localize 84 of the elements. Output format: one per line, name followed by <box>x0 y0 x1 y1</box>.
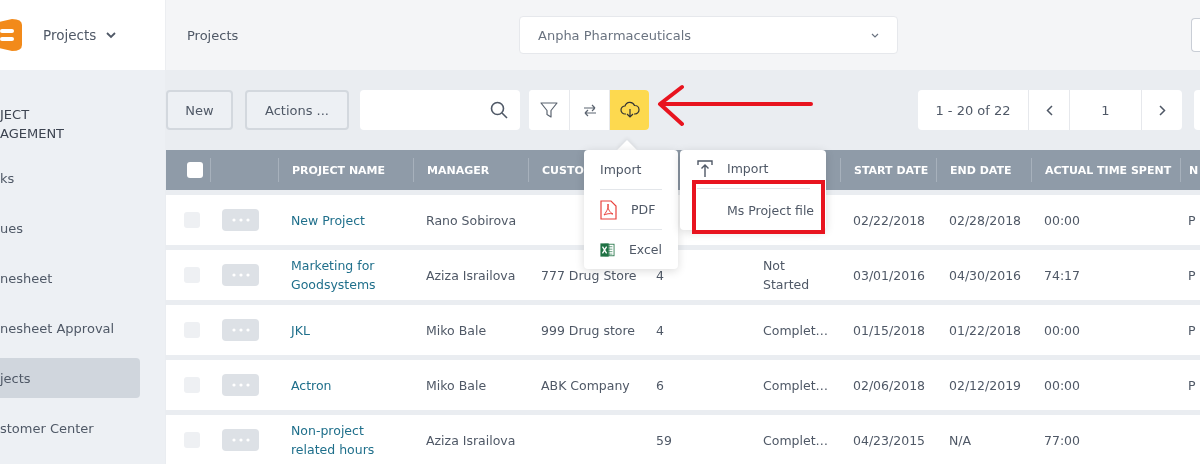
actions-button[interactable]: Actions ... <box>245 90 349 130</box>
more-button[interactable] <box>222 264 259 286</box>
module-title[interactable]: Projects <box>43 27 97 43</box>
table-cell: 999 Drug store <box>541 322 636 338</box>
filter-icon <box>540 101 558 119</box>
page-range: 1 - 20 of 22 <box>934 101 1012 120</box>
table-cell: 6 <box>656 377 664 393</box>
project-link[interactable]: Actron <box>291 375 407 395</box>
table-cell: 777 Drug Store <box>541 267 637 283</box>
nav-item[interactable]: ues <box>0 208 140 248</box>
more-button[interactable] <box>222 429 259 451</box>
section-heading: JECT AGEMENT <box>0 106 66 143</box>
chevron-left-icon <box>1045 104 1053 116</box>
dots-icon <box>231 438 250 442</box>
table-cell: 01/22/2018 <box>949 322 1022 338</box>
table-cell: Aziza Israilova <box>426 432 516 448</box>
checkbox[interactable] <box>186 162 203 178</box>
table-cell: 02/06/2018 <box>853 377 926 393</box>
menu-item[interactable]: Import <box>697 158 810 179</box>
project-link[interactable]: JKL <box>291 320 407 340</box>
table-cell: P <box>1188 212 1196 228</box>
table-cell: 59 <box>656 432 672 448</box>
chevron-down-icon <box>871 32 879 38</box>
company-select[interactable]: Anpha Pharmaceuticals <box>519 16 898 54</box>
breadcrumb: Projects <box>187 27 240 43</box>
menu-item[interactable]: Ms Project file <box>727 200 815 220</box>
table-cell: P <box>1188 267 1196 283</box>
swap-icon <box>581 102 598 118</box>
table-cell: 02/28/2018 <box>949 212 1022 228</box>
dots-icon <box>231 383 250 387</box>
menu-item[interactable]: PDF <box>600 189 662 229</box>
table-cell: 03/01/2016 <box>853 267 926 283</box>
dots-icon <box>231 328 250 332</box>
table-cell: 4 <box>656 322 664 338</box>
nav-item[interactable]: jects <box>0 358 140 398</box>
table-cell: 02/12/2019 <box>949 377 1022 393</box>
upload-icon <box>697 159 713 178</box>
table-cell: Rano Sobirova <box>426 212 517 228</box>
table-cell: Complet… <box>763 432 829 448</box>
project-link[interactable]: Non-project related hours <box>291 421 407 459</box>
cloud-download-icon <box>619 101 640 119</box>
table-cell: 04/30/2016 <box>949 267 1022 283</box>
table-cell: 00:00 <box>1044 212 1081 228</box>
download-button[interactable] <box>609 90 649 130</box>
table-cell: 01/15/2018 <box>853 322 926 338</box>
project-link[interactable]: New Project <box>291 210 407 230</box>
more-button[interactable] <box>222 209 259 231</box>
table-cell: Miko Bale <box>426 377 487 393</box>
table-cell: 74:17 <box>1044 267 1081 283</box>
search-icon[interactable] <box>490 101 508 119</box>
table-cell: 00:00 <box>1044 377 1081 393</box>
project-link[interactable]: Marketing for Goodsystems <box>291 256 407 294</box>
dots-icon <box>231 273 250 277</box>
table-cell: Complet… <box>763 377 829 393</box>
table-cell: Miko Bale <box>426 322 487 338</box>
more-button[interactable] <box>222 374 259 396</box>
table-cell: N/A <box>949 432 972 448</box>
nav-item[interactable]: nesheet <box>0 258 140 298</box>
search-field[interactable] <box>360 90 520 130</box>
pdf-icon <box>600 199 617 220</box>
table-cell: Not Started <box>763 258 810 292</box>
table-cell: 04/23/2015 <box>853 432 926 448</box>
menu-item[interactable]: Excel <box>600 229 662 269</box>
table-cell: Complet… <box>763 322 829 338</box>
table-cell: Aziza Israilova <box>426 267 516 283</box>
nav-item[interactable]: stomer Center <box>0 408 140 448</box>
new-button[interactable]: New <box>166 90 233 130</box>
table-cell: 4 <box>656 267 664 283</box>
table-cell: 77:00 <box>1044 432 1081 448</box>
nav-item[interactable]: ks <box>0 158 140 198</box>
dots-icon <box>231 218 250 222</box>
page-field[interactable]: 1 <box>1069 90 1141 130</box>
more-button[interactable] <box>222 319 259 341</box>
chevron-right-icon <box>1158 104 1166 116</box>
table-cell: 00:00 <box>1044 322 1081 338</box>
header-button[interactable] <box>1191 18 1200 52</box>
table-cell: 02/22/2018 <box>853 212 926 228</box>
table-cell: P <box>1188 322 1196 338</box>
table-cell: ABK Company <box>541 377 630 393</box>
chevron-down-icon[interactable] <box>106 31 117 39</box>
excel-icon <box>600 240 615 259</box>
nav-item[interactable]: nesheet Approval <box>0 308 140 348</box>
table-cell: P <box>1188 377 1196 393</box>
menu-item[interactable]: Import <box>600 150 662 189</box>
